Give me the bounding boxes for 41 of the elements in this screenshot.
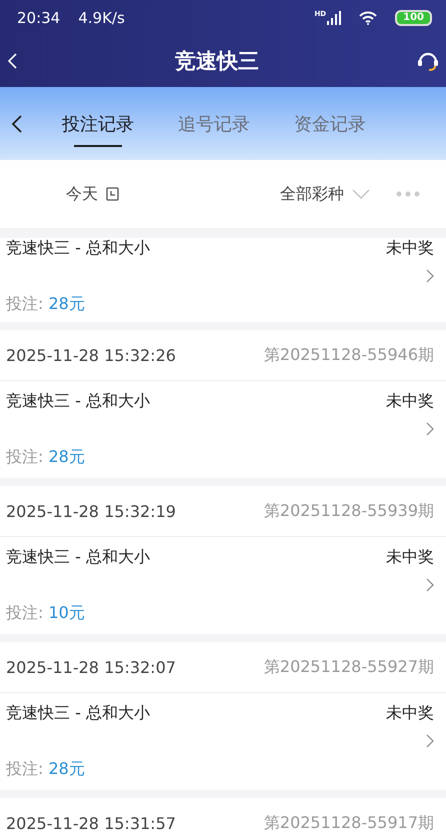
game-name: 竞速快三 - 总和大小 — [6, 703, 151, 723]
bet-time: 2025-11-28 15:32:26 — [6, 346, 176, 364]
issue-number: 第20251128-55946期 — [264, 344, 434, 366]
bet-amount: 28元 — [48, 759, 85, 778]
game-name: 竞速快三 - 总和大小 — [6, 238, 151, 258]
lottery-filter[interactable]: 全部彩种 — [280, 184, 370, 204]
back-icon[interactable] — [10, 114, 24, 134]
chevron-right-icon[interactable] — [426, 578, 434, 592]
bet-time: 2025-11-28 15:32:19 — [6, 502, 176, 520]
bet-time: 2025-11-28 15:32:07 — [6, 658, 176, 676]
issue-number: 第20251128-55927期 — [264, 656, 434, 678]
bet-label: 投注: — [6, 603, 44, 622]
calendar-icon — [106, 187, 119, 201]
tab[interactable]: 投注记录 — [62, 87, 134, 160]
bet-time: 2025-11-28 15:31:57 — [6, 814, 176, 832]
chevron-right-icon[interactable] — [426, 422, 434, 436]
page-title: 竞速快三 — [174, 48, 260, 75]
bet-label: 投注: — [6, 294, 44, 313]
bet-amount: 28元 — [48, 294, 85, 313]
battery-icon: 100 — [395, 10, 432, 26]
bet-amount: 28元 — [48, 447, 85, 466]
game-name: 竞速快三 - 总和大小 — [6, 391, 151, 411]
chevron-down-icon — [352, 189, 370, 199]
result-status: 未中奖 — [386, 547, 434, 567]
chevron-right-icon[interactable] — [426, 734, 434, 748]
result-status: 未中奖 — [386, 703, 434, 723]
wifi-icon — [359, 10, 378, 24]
signal-icon — [327, 10, 342, 24]
network-speed: 4.9K/s — [78, 8, 125, 26]
issue-number: 第20251128-55939期 — [264, 500, 434, 522]
bet-label: 投注: — [6, 447, 44, 466]
back-icon[interactable] — [6, 52, 18, 70]
date-filter[interactable]: 今天 — [66, 184, 119, 204]
game-name: 竞速快三 - 总和大小 — [6, 547, 151, 567]
bet-label: 投注: — [6, 759, 44, 778]
result-status: 未中奖 — [386, 238, 434, 258]
result-status: 未中奖 — [386, 391, 434, 411]
chevron-right-icon[interactable] — [426, 269, 434, 283]
status-time: 20:34 — [17, 8, 60, 26]
bet-amount: 10元 — [48, 603, 85, 622]
issue-number: 第20251128-55917期 — [264, 812, 434, 834]
